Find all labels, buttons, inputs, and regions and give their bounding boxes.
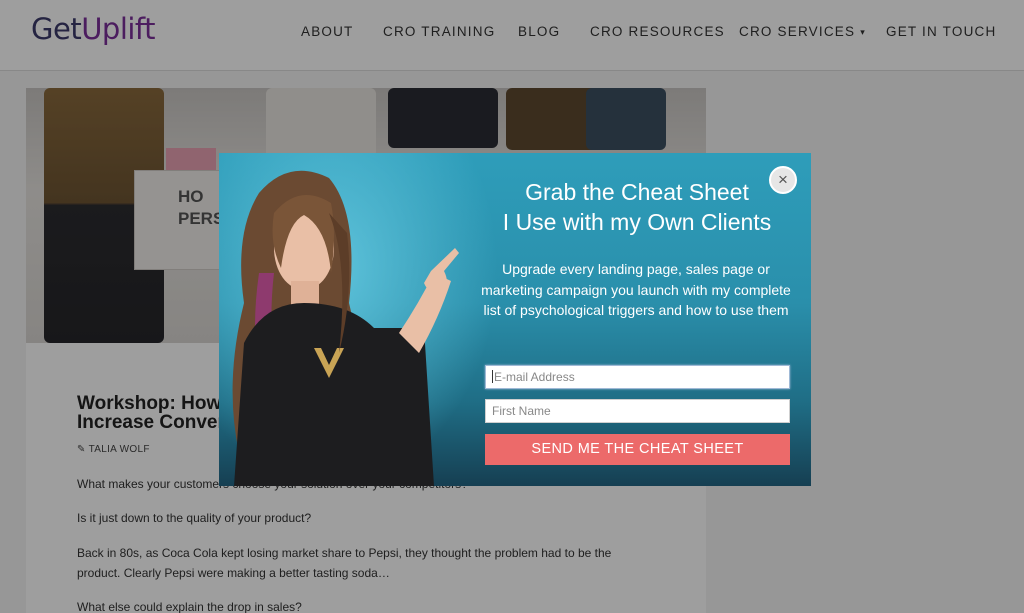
optin-popup: Grab the Cheat Sheet I Use with my Own C… bbox=[219, 153, 811, 486]
first-name-field[interactable]: First Name bbox=[485, 399, 790, 423]
email-field[interactable]: E-mail Address bbox=[485, 365, 790, 389]
popup-description: Upgrade every landing page, sales page o… bbox=[481, 261, 791, 318]
email-field-placeholder: E-mail Address bbox=[494, 370, 575, 384]
woman-pointing-photo bbox=[232, 170, 459, 486]
text-cursor bbox=[492, 370, 493, 383]
popup-title: Grab the Cheat Sheet I Use with my Own C… bbox=[479, 177, 795, 237]
popup-title-line: Grab the Cheat Sheet bbox=[525, 179, 749, 205]
send-cheat-sheet-button[interactable]: SEND ME THE CHEAT SHEET bbox=[485, 434, 790, 465]
popup-title-line: I Use with my Own Clients bbox=[502, 209, 772, 235]
close-icon-glyph: × bbox=[778, 170, 788, 189]
first-name-field-placeholder: First Name bbox=[492, 404, 551, 418]
close-icon[interactable]: × bbox=[769, 166, 797, 194]
